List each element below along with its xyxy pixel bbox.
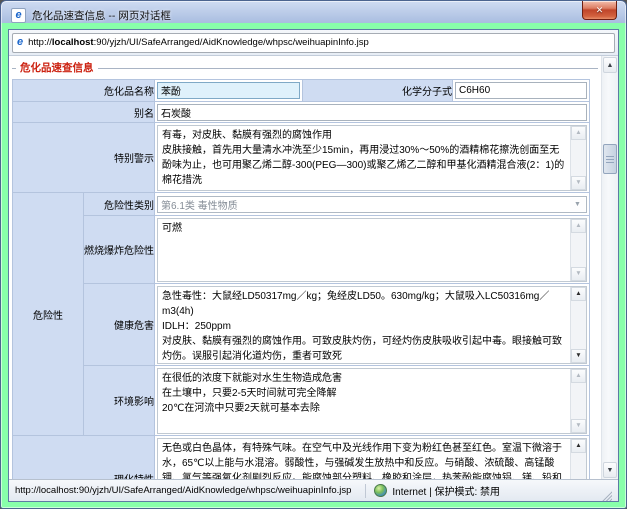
ie-logo-icon: e xyxy=(11,8,26,23)
section-title: 危化品速查信息 xyxy=(16,61,98,75)
table-row: 别名 石炭酸 xyxy=(13,102,590,123)
titlebar: e 危化品速查信息 -- 网页对话框 ✕ xyxy=(1,1,626,29)
table-row: 危险性 危险性类别 第6.1类 毒性物质 ▼ xyxy=(13,193,590,216)
field-label-name: 危化品名称 xyxy=(13,80,155,102)
textarea-scrollbar[interactable]: ▲ ▼ xyxy=(570,126,586,190)
fieldset-line xyxy=(12,68,598,69)
textarea-scrollbar[interactable]: ▲ ▼ xyxy=(570,369,586,433)
table-row: 理化特性 无色或白色晶体，有特殊气味。在空气中及光线作用下变为粉红色甚至红色。室… xyxy=(13,436,590,480)
field-label-formula: 化学分子式 xyxy=(303,80,453,102)
warning-textarea[interactable]: 有毒，对皮肤、黏膜有强烈的腐蚀作用 皮肤接触，首先用大量清水冲洗至少15min，… xyxy=(157,125,587,191)
scroll-down-icon: ▼ xyxy=(607,467,614,474)
url-host: localhost xyxy=(52,37,94,48)
vertical-scrollbar[interactable]: ▲ ▼ xyxy=(601,56,618,479)
table-row: 特别警示 有毒，对皮肤、黏膜有强烈的腐蚀作用 皮肤接触，首先用大量清水冲洗至少1… xyxy=(13,123,590,193)
scroll-down-icon[interactable]: ▼ xyxy=(571,349,586,363)
scroll-down-icon[interactable]: ▼ xyxy=(571,267,586,281)
environment-textarea[interactable]: 在很低的浓度下就能对水生生物造成危害 在土壤中，只要2-5天时间就可完全降解 2… xyxy=(157,368,587,434)
field-label-flammability: 燃烧爆炸危险性 xyxy=(84,216,155,284)
chemical-info-table: 危化品名称 苯酚 化学分子式 C6H60 别名 石炭酸 特别警示 有毒，对皮 xyxy=(12,79,590,479)
window-title: 危化品速查信息 -- 网页对话框 xyxy=(32,8,171,23)
scroll-down-icon[interactable]: ▼ xyxy=(571,419,586,433)
table-row: 燃烧爆炸危险性 可燃 ▲ ▼ xyxy=(13,216,590,284)
hazard-class-value: 第6.1类 毒性物质 xyxy=(161,197,238,212)
name-input[interactable]: 苯酚 xyxy=(157,82,300,99)
table-row: 环境影响 在很低的浓度下就能对水生生物造成危害 在土壤中，只要2-5天时间就可完… xyxy=(13,366,590,436)
address-bar: e http://localhost:90/yjzh/UI/SafeArrang… xyxy=(9,30,618,56)
url-path: :90/yjzh/UI/SafeArranged/AidKnowledge/wh… xyxy=(94,37,369,48)
scroll-up-icon: ▲ xyxy=(607,62,614,69)
field-label-hazard-group: 危险性 xyxy=(13,193,84,436)
document-area: 危化品速查信息 危化品名称 苯酚 化学分子式 C6H60 别名 石炭酸 xyxy=(9,56,618,479)
field-label-warning: 特别警示 xyxy=(13,123,155,193)
scroll-up-icon[interactable]: ▲ xyxy=(571,287,586,301)
textarea-scrollbar[interactable]: ▲ ▼ xyxy=(570,287,586,363)
textarea-scrollbar[interactable]: ▲ ▼ xyxy=(570,219,586,281)
dialog-window: e 危化品速查信息 -- 网页对话框 ✕ e http://localhost:… xyxy=(0,0,627,509)
url-protocol: http:// xyxy=(28,37,52,48)
scroll-down-button[interactable]: ▼ xyxy=(603,462,617,478)
internet-zone-globe-icon xyxy=(374,484,387,497)
hazard-class-select[interactable]: 第6.1类 毒性物质 ▼ xyxy=(157,196,587,213)
scroll-thumb[interactable] xyxy=(603,144,617,174)
status-url: http://localhost:90/yjzh/UI/SafeArranged… xyxy=(15,485,351,496)
scroll-up-icon[interactable]: ▲ xyxy=(571,126,586,140)
url-text: http://localhost:90/yjzh/UI/SafeArranged… xyxy=(28,37,369,48)
status-bar: http://localhost:90/yjzh/UI/SafeArranged… xyxy=(9,479,618,501)
scroll-up-icon[interactable]: ▲ xyxy=(571,369,586,383)
close-button[interactable]: ✕ xyxy=(582,1,617,20)
alias-input[interactable]: 石炭酸 xyxy=(157,104,587,121)
scroll-up-icon[interactable]: ▲ xyxy=(571,439,586,453)
physchem-textarea[interactable]: 无色或白色晶体，有特殊气味。在空气中及光线作用下变为粉红色甚至红色。室温下微溶于… xyxy=(157,438,587,480)
chevron-down-icon[interactable]: ▼ xyxy=(570,198,585,211)
page-content: 危化品速查信息 危化品名称 苯酚 化学分子式 C6H60 别名 石炭酸 xyxy=(9,56,601,479)
flammability-textarea[interactable]: 可燃 ▲ ▼ xyxy=(157,218,587,282)
resize-grip[interactable] xyxy=(599,488,612,501)
formula-input[interactable]: C6H60 xyxy=(455,82,587,99)
table-row: 健康危害 急性毒性：大鼠经LD50317mg／kg；兔经皮LD50。630mg/… xyxy=(13,284,590,366)
health-textarea[interactable]: 急性毒性：大鼠经LD50317mg／kg；兔经皮LD50。630mg/kg；大鼠… xyxy=(157,286,587,364)
field-label-health: 健康危害 xyxy=(84,284,155,366)
scroll-up-icon[interactable]: ▲ xyxy=(571,219,586,233)
scroll-up-button[interactable]: ▲ xyxy=(603,57,617,73)
scroll-down-icon[interactable]: ▼ xyxy=(571,176,586,190)
field-label-hazard-class: 危险性类别 xyxy=(84,193,155,216)
status-zone-text: Internet | 保护模式: 禁用 xyxy=(392,483,500,498)
field-label-environment: 环境影响 xyxy=(84,366,155,436)
table-row: 危化品名称 苯酚 化学分子式 C6H60 xyxy=(13,80,590,102)
section-header: 危化品速查信息 xyxy=(12,61,598,75)
status-separator xyxy=(365,484,366,498)
url-input[interactable]: e http://localhost:90/yjzh/UI/SafeArrang… xyxy=(12,33,615,53)
client-area: e http://localhost:90/yjzh/UI/SafeArrang… xyxy=(8,29,619,502)
textarea-scrollbar[interactable]: ▲ ▼ xyxy=(570,439,586,480)
close-icon: ✕ xyxy=(596,5,604,16)
field-label-physchem: 理化特性 xyxy=(13,436,155,480)
scroll-thumb-grip-icon xyxy=(606,156,614,163)
field-label-alias: 别名 xyxy=(13,102,155,123)
ie-page-icon: e xyxy=(17,37,23,48)
